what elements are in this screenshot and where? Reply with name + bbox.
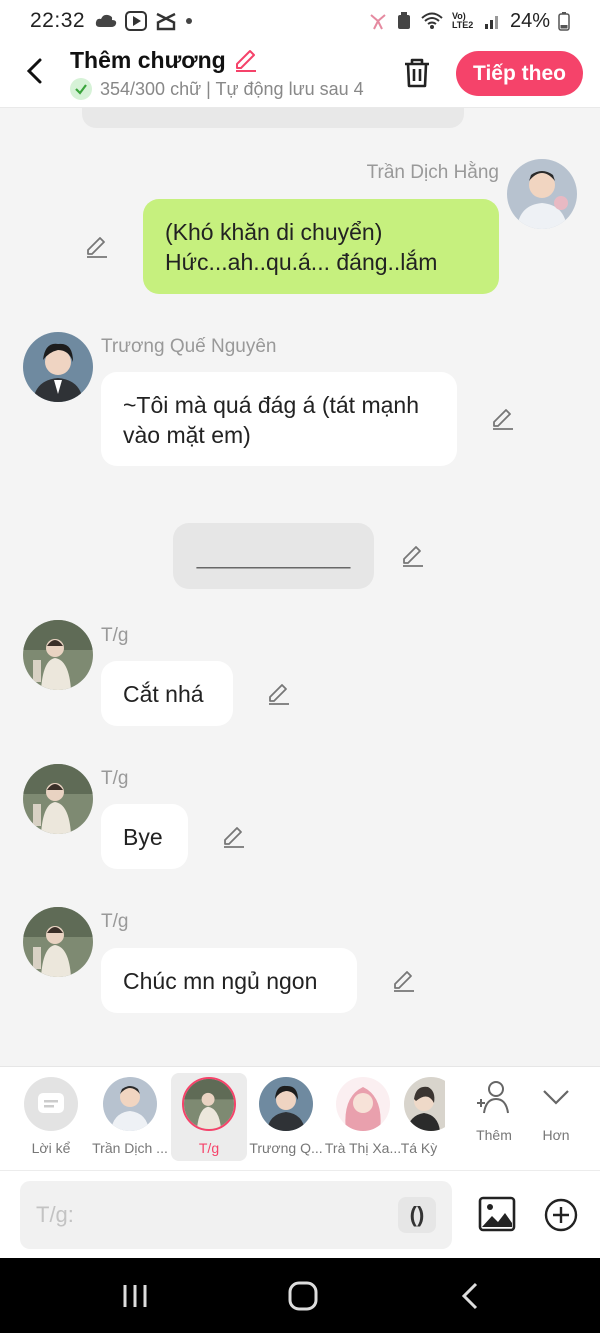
capcut-icon xyxy=(156,12,176,31)
avatar xyxy=(103,1077,157,1131)
character-selector: Lời kể Trần Dịch ... T/g Trương Q... Trà… xyxy=(0,1066,600,1170)
status-icons-right: Vo) LTE2 24% xyxy=(368,10,570,33)
message-bubble[interactable]: Cắt nhá xyxy=(101,661,233,726)
edit-icon[interactable] xyxy=(84,234,110,260)
input-bar: T/g: () xyxy=(0,1170,600,1258)
avatar[interactable] xyxy=(23,620,93,690)
system-nav-bar xyxy=(0,1258,600,1333)
next-button[interactable]: Tiếp theo xyxy=(456,51,583,96)
character-tg[interactable]: T/g xyxy=(171,1073,247,1161)
image-icon[interactable] xyxy=(478,1195,516,1233)
plus-circle-icon[interactable] xyxy=(543,1197,579,1233)
signal-icon xyxy=(484,16,498,29)
message-bubble[interactable]: (Khó khăn di chuyển) Hức...ah..qu.á... đ… xyxy=(143,199,499,294)
edit-icon[interactable] xyxy=(490,406,516,432)
sender-name: Trần Dịch Hằng xyxy=(366,162,499,183)
sender-name: T/g xyxy=(101,911,129,932)
pencil-icon[interactable] xyxy=(232,46,260,74)
edit-icon[interactable] xyxy=(266,681,292,707)
header: Thêm chương 354/300 chữ | Tự động lưu sa… xyxy=(0,42,600,108)
message-input[interactable]: T/g: () xyxy=(20,1181,452,1249)
character-tran-dich-hang[interactable]: Trần Dịch ... xyxy=(92,1073,168,1161)
status-bar: 22:32 Vo) LTE2 24% xyxy=(0,0,600,42)
message-bubble[interactable]: Chúc mn ngủ ngon xyxy=(101,948,357,1013)
character-truong-que-nguyen[interactable]: Trương Q... xyxy=(248,1073,324,1161)
avatar xyxy=(259,1077,313,1131)
more-button[interactable]: Hơn xyxy=(526,1079,586,1143)
character-label: Tá Kỳ xyxy=(400,1140,438,1156)
chat-area[interactable]: Trần Dịch Hằng (Khó khăn di chuyển) Hức.… xyxy=(0,108,600,1066)
character-ta-ky[interactable]: Tá Kỳ xyxy=(393,1073,445,1161)
narrator-icon xyxy=(24,1077,78,1131)
edit-icon[interactable] xyxy=(221,824,247,850)
sender-name: T/g xyxy=(101,768,129,789)
avatar xyxy=(404,1077,445,1131)
add-person-icon xyxy=(477,1081,509,1114)
home-icon[interactable] xyxy=(285,1278,321,1314)
edit-icon[interactable] xyxy=(400,543,426,569)
character-narrator[interactable]: Lời kể xyxy=(13,1073,89,1161)
status-time: 22:32 xyxy=(30,9,86,32)
avatar[interactable] xyxy=(23,332,93,402)
battery-percent: 24% xyxy=(509,9,550,32)
character-tra-thi-xa[interactable]: Trà Thị Xa... xyxy=(325,1073,401,1161)
chevron-down-icon xyxy=(543,1090,569,1105)
title-text: Thêm chương xyxy=(70,46,226,73)
ribbon-icon xyxy=(370,14,386,30)
word-count-status: 354/300 chữ | Tự động lưu sau 4 xyxy=(70,78,375,100)
avatar xyxy=(336,1077,390,1131)
more-label: Hơn xyxy=(542,1127,570,1143)
back-arrow-icon[interactable] xyxy=(18,54,52,88)
avatar[interactable] xyxy=(507,159,577,229)
page-title[interactable]: Thêm chương xyxy=(70,46,260,74)
video-app-icon xyxy=(125,11,148,31)
character-label: Lời kể xyxy=(31,1140,71,1156)
network-label: Vo) LTE2 xyxy=(451,11,474,30)
character-label: Trần Dịch ... xyxy=(92,1140,168,1156)
input-placeholder: T/g: xyxy=(36,1202,74,1227)
add-label: Thêm xyxy=(476,1127,512,1143)
action-parentheses-button[interactable]: () xyxy=(398,1197,436,1233)
recent-apps-icon[interactable] xyxy=(117,1278,153,1314)
trash-icon[interactable] xyxy=(398,54,436,92)
cloud-icon xyxy=(95,14,117,27)
message-bubble[interactable]: ~Tôi mà quá đág á (tát mạnh vào mặt em) xyxy=(101,372,457,466)
avatar xyxy=(182,1077,236,1131)
check-icon xyxy=(70,78,92,100)
message-bubble[interactable]: Bye xyxy=(101,804,188,869)
wifi-icon xyxy=(421,12,443,29)
previous-message-bubble[interactable] xyxy=(82,108,464,128)
word-count-text: 354/300 chữ | Tự động lưu sau 4 xyxy=(100,78,364,99)
avatar[interactable] xyxy=(23,764,93,834)
alarm-icon xyxy=(397,12,410,29)
back-icon[interactable] xyxy=(454,1278,490,1314)
character-label: T/g xyxy=(198,1140,220,1156)
narration-bubble[interactable]: ____________ xyxy=(173,523,374,589)
sender-name: Trương Quế Nguyên xyxy=(101,336,277,357)
add-character-button[interactable]: Thêm xyxy=(464,1079,524,1143)
sender-name: T/g xyxy=(101,625,129,646)
dot-icon xyxy=(186,18,193,24)
battery-icon xyxy=(558,12,570,31)
edit-icon[interactable] xyxy=(391,968,417,994)
character-label: Trương Q... xyxy=(249,1140,323,1156)
avatar[interactable] xyxy=(23,907,93,977)
status-icons-left xyxy=(95,10,193,32)
